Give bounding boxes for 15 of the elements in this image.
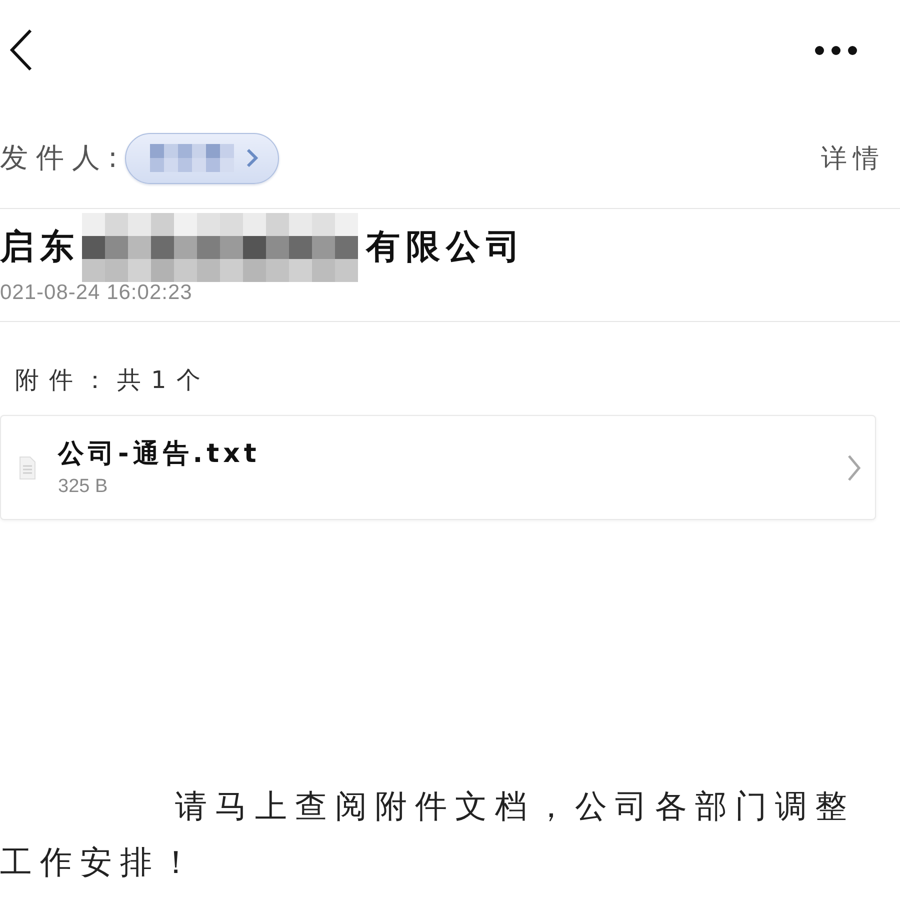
file-size: 325 B (58, 474, 109, 498)
file-name: 公司-通告.txt (58, 438, 260, 470)
sender-label: 发件人: (0, 140, 126, 176)
message-text: 请马上查阅附件文档，公司各部门调整工作安排！ (0, 786, 856, 883)
attachment-count-label: 附件：共1个 (14, 365, 212, 395)
subject-text: 有限公司 (366, 226, 526, 269)
attachment-card[interactable]: 公司-通告.txt 325 B (0, 415, 876, 520)
date-text: 021-08-24 16:02:23 (0, 280, 194, 306)
chevron-icon (847, 454, 861, 482)
more-icon[interactable] (815, 46, 857, 54)
file-icon (19, 456, 36, 480)
sender-chip[interactable] (125, 132, 280, 184)
chevron-icon (246, 148, 258, 168)
back-icon[interactable] (10, 29, 32, 71)
details-link[interactable]: 详情 (821, 140, 885, 176)
